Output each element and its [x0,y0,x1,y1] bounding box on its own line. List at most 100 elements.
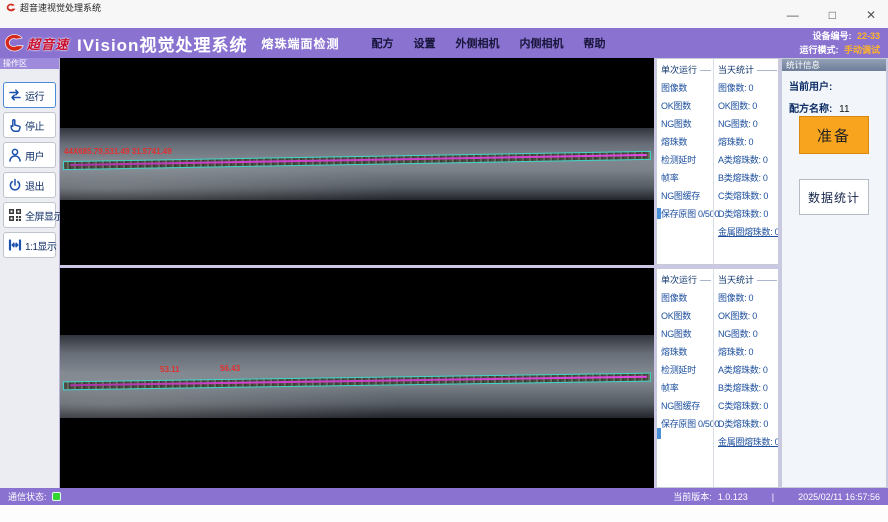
comm-status-indicator [52,492,61,501]
today-stats-row: 熔珠数: 0 [718,345,779,358]
single-run-row: 帧率 [661,381,713,394]
window-title: 超音速视觉处理系统 [20,1,101,14]
info-panel-title: 统计信息 [782,59,886,71]
single-run-row: NG图数 [661,117,713,130]
scrollbar-thumb[interactable] [657,428,661,439]
scrollbar-thumb[interactable] [657,208,661,219]
today-stats-row: C类熔珠数: 0 [718,399,779,412]
menu-item[interactable]: 内侧相机 [519,35,563,51]
single-run-row: OK图数 [661,99,713,112]
device-number-value: 22-33 [857,31,880,41]
single-run-row: 检测延时 [661,153,713,166]
statistics-column: 单次运行 图像数OK图数NG图数熔珠数检测延时帧率NG图缓存保存原图 0/500… [656,58,779,488]
single-run-row: 保存原图 0/500 [661,207,713,220]
single-run-row: 图像数 [661,291,713,304]
status-datetime: 2025/02/11 16:57:56 [798,492,880,502]
status-separator: | [772,492,774,502]
single-run-row: 熔珠数 [661,345,713,358]
single-run-row: NG图缓存 [661,189,713,202]
menu-item[interactable]: 配方 [371,35,393,51]
maximize-button[interactable]: □ [829,8,836,22]
today-stats-row: 图像数: 0 [718,81,779,94]
comm-status-label: 通信状态: [8,490,47,503]
one-to-one-icon [7,237,23,253]
today-stats-row: 熔珠数: 0 [718,135,779,148]
close-button[interactable]: ✕ [866,8,876,22]
today-stats-group: 当天统计 图像数: 0 OK图数: 0 NG图数: 0 熔珠数: 0 A类熔珠数: 0 B… [713,59,779,264]
recipe-name-label: 配方名称: [789,104,832,115]
single-run-group: 单次运行 图像数 OK图数 NG图数熔珠数检测延时帧率 NG图缓存保存原图 0/500 [657,269,713,487]
single-run-row: OK图数 [661,309,713,322]
single-run-row: NG图数 [661,327,713,340]
menu-item[interactable]: 外侧相机 [455,35,499,51]
today-stats-row: NG图数: 0 [718,327,779,340]
camera-view-bottom: 53.11 56.43 [60,268,654,488]
brand-swirl-icon [4,32,26,54]
today-stats-title: 当天统计 [718,273,754,286]
today-stats-row: C类熔珠数: 0 [718,189,779,202]
today-stats-row: 金属圈熔珠数: 0 [718,225,779,238]
data-statistics-button[interactable]: 数据统计 [799,179,869,215]
fullscreen-button[interactable]: 全屏显示 [3,202,56,228]
version-value: 1.0.123 [718,492,748,502]
single-run-title: 单次运行 [661,273,697,286]
today-stats-row: B类熔珠数: 0 [718,381,779,394]
operation-sidebar: 操作区 运行 停止 用户 [0,58,60,488]
hand-icon [7,117,23,133]
user-button[interactable]: 用户 [3,142,56,168]
today-stats-row: NG图数: 0 [718,117,779,130]
recipe-name-value: 11 [839,104,849,115]
menu-item[interactable]: 帮助 [583,35,605,51]
qr-fullscreen-icon [7,207,23,223]
version-label: 当前版本: [673,490,712,503]
single-run-title: 单次运行 [661,63,697,76]
minimize-button[interactable]: — [787,8,799,22]
run-mode-value: 手动调试 [844,45,880,55]
measurement-label: 56.43 [220,364,240,373]
single-run-row: NG图缓存 [661,399,713,412]
today-stats-row: A类熔珠数: 0 [718,363,779,376]
today-stats-row: D类熔珠数: 0 [718,207,779,220]
single-run-row: 检测延时 [661,363,713,376]
run-button[interactable]: 运行 [3,82,56,108]
today-stats-row: D类熔珠数: 0 [718,417,779,430]
single-run-group: 单次运行 图像数 OK图数 NG图数熔珠数检测延时帧率 NG图缓存保存原图 0/500 [657,59,713,264]
menu-item[interactable]: 设置 [413,35,435,51]
single-run-row: 图像数 [661,81,713,94]
brand-name: 超音速 [27,34,69,53]
prepare-button[interactable]: 准备 [799,116,869,154]
main-area: 操作区 运行 停止 用户 [0,58,888,488]
app-window: 超音速视觉处理系统 — □ ✕ 超音速 IVision视觉处理系统 熔珠端面检测… [0,0,888,522]
app-title: IVision视觉处理系统 [77,31,247,56]
camera-column: 44X685.79,531.49 31.5741.49 53.11 56.43 [60,58,654,488]
today-stats-title: 当天统计 [718,63,754,76]
one-to-one-button[interactable]: 1:1显示 [3,232,56,258]
device-number-label: 设备编号: [812,31,851,41]
app-subtitle: 熔珠端面检测 [261,35,339,52]
user-icon [7,147,23,163]
menu-bar: 配方 设置 外侧相机 内侧相机 帮助 [371,35,605,51]
single-run-row: 保存原图 0/500 [661,417,713,430]
today-stats-row: A类熔珠数: 0 [718,153,779,166]
sidebar-title: 操作区 [0,58,59,69]
today-stats-row: 图像数: 0 [718,291,779,304]
status-bar: 通信状态: 当前版本: 1.0.123 | 2025/02/11 16:57:5… [0,488,888,505]
measurement-label: 53.11 [160,365,180,374]
os-title-bar: 超音速视觉处理系统 — □ ✕ [0,0,888,28]
today-stats-row: 金属圈熔珠数: 0 [718,435,779,448]
single-run-row: 帧率 [661,171,713,184]
exit-button[interactable]: 退出 [3,172,56,198]
power-icon [7,177,23,193]
stats-panel-bottom: 单次运行 图像数 OK图数 NG图数熔珠数检测延时帧率 NG图缓存保存原图 0/500… [656,268,779,488]
current-user-label: 当前用户: [789,82,832,93]
run-mode-label: 运行模式: [799,45,838,55]
info-panel: 统计信息 当前用户: 配方名称: 11 准备 数据统计 [781,58,887,488]
today-stats-group: 当天统计 图像数: 0OK图数: 0NG图数: 0熔珠数: 0A类熔珠数: 0B… [713,269,779,487]
stats-panel-top: 单次运行 图像数 OK图数 NG图数熔珠数检测延时帧率 NG图缓存保存原图 0/500… [656,58,779,265]
stop-button[interactable]: 停止 [3,112,56,138]
single-run-row: 熔珠数 [661,135,713,148]
run-cycle-icon [7,87,23,103]
today-stats-row: B类熔珠数: 0 [718,171,779,184]
today-stats-row: OK图数: 0 [718,99,779,112]
device-info: 设备编号: 22-33 运行模式: 手动调试 [799,29,880,57]
